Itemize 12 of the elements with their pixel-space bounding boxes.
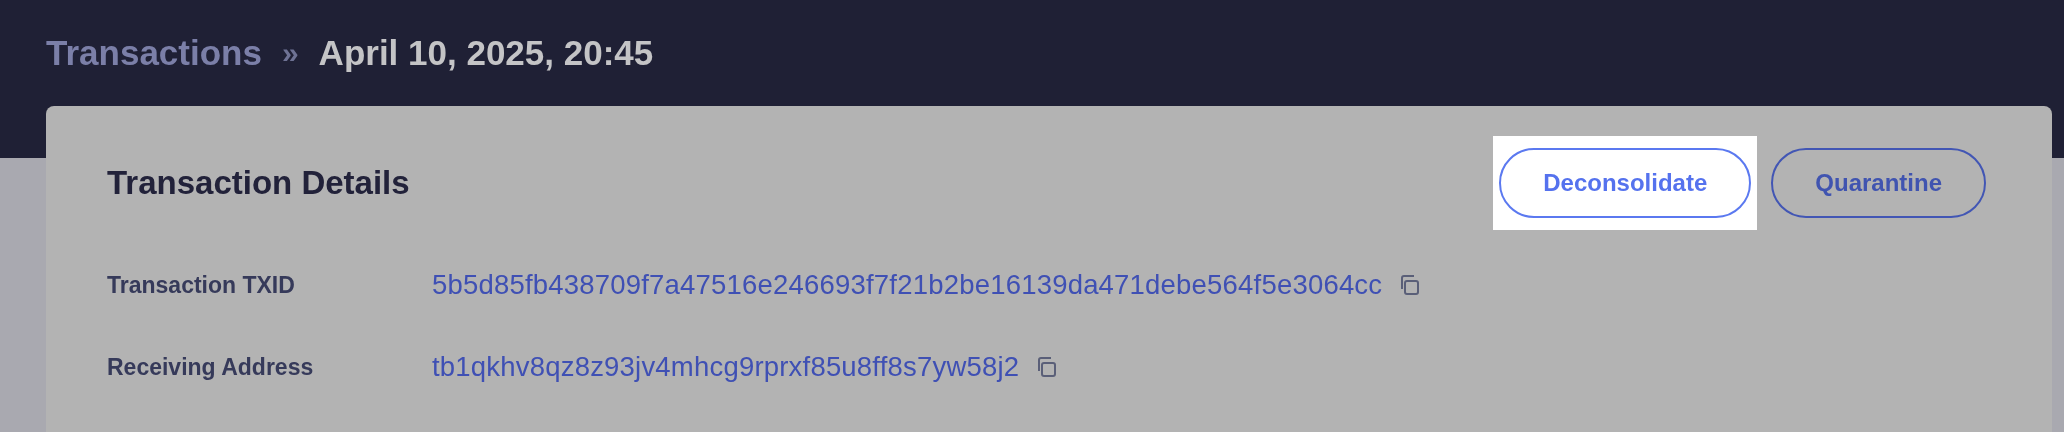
card-title: Transaction Details	[107, 164, 410, 202]
copy-icon[interactable]	[1398, 274, 1421, 296]
action-button[interactable]: Quarantine	[1771, 148, 1986, 218]
field-value-link[interactable]: tb1qkhv8qz8z93jv4mhcg9rprxf85u8ff8s7yw58j2	[432, 351, 1020, 383]
field-label: Receiving Address	[107, 353, 315, 381]
page-title: April 10, 2025, 20:45	[318, 33, 654, 73]
breadcrumb-separator: »	[281, 36, 299, 70]
field-label: Transaction TXID	[107, 271, 296, 299]
action-button[interactable]: Deconsolidate	[1499, 148, 1752, 218]
copy-icon[interactable]	[1035, 356, 1058, 378]
field-value-link[interactable]: 5b5d85fb438709f7a47516e246693f7f21b2be16139da471debe564f5e3064cc	[432, 269, 1383, 301]
breadcrumb-link[interactable]: Transactions	[46, 33, 262, 73]
